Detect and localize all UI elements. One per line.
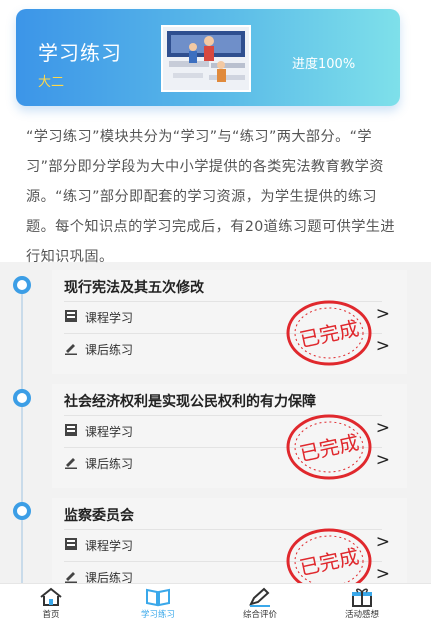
banner-grade: 大二	[38, 75, 65, 90]
tab-study-practice[interactable]: 学习练习	[118, 584, 198, 621]
timeline-node	[13, 389, 31, 407]
bottom-tab-bar: 首页 学习练习 综合评价 活动感想	[0, 583, 431, 621]
timeline-node	[13, 502, 31, 520]
module-title: 现行宪法及其五次修改	[64, 280, 204, 296]
module-title: 监察委员会	[64, 508, 134, 524]
edit-icon	[249, 587, 270, 607]
course-study-label: 课程学习	[85, 539, 134, 553]
course-study-label: 课程学习	[85, 311, 134, 325]
chevron-right-icon[interactable]: >	[376, 450, 390, 470]
intro-section: 学习练习 大二 进度100% “学习练习”模块共分为“学习”与“练习”两大部分。…	[0, 0, 431, 265]
book-icon	[65, 310, 77, 322]
course-study-label: 课程学习	[85, 425, 134, 439]
practice-label: 课后练习	[85, 343, 134, 357]
stamp-text: 已完成	[297, 430, 361, 466]
pencil-icon	[65, 344, 77, 355]
completed-stamp: 已完成	[286, 300, 372, 366]
banner-title: 学习练习	[38, 41, 122, 65]
timeline-line	[21, 278, 23, 588]
book-icon	[146, 588, 170, 607]
pencil-icon	[65, 458, 77, 469]
chevron-right-icon[interactable]: >	[376, 418, 390, 438]
tab-activity-reflections[interactable]: 活动感想	[322, 584, 402, 621]
chevron-right-icon[interactable]: >	[376, 304, 390, 324]
book-icon	[65, 538, 77, 550]
pencil-icon	[65, 572, 77, 583]
module-title: 社会经济权利是实现公民权利的有力保障	[64, 394, 316, 410]
tab-label: 综合评价	[242, 610, 277, 620]
chevron-right-icon[interactable]: >	[376, 532, 390, 552]
stamp-text: 已完成	[297, 316, 361, 352]
completed-stamp: 已完成	[286, 414, 372, 480]
stamp-text: 已完成	[297, 544, 361, 580]
tab-home[interactable]: 首页	[11, 584, 91, 621]
module-card-2: 社会经济权利是实现公民权利的有力保障 课程学习 > 课后练习 > 已完成	[52, 384, 407, 488]
tab-label: 活动感想	[344, 610, 379, 620]
module-card-1: 现行宪法及其五次修改 课程学习 > 课后练习 > 已完成	[52, 270, 407, 374]
module-banner: 学习练习 大二 进度100%	[16, 9, 400, 106]
book-icon	[65, 424, 77, 436]
banner-illustration	[161, 25, 251, 92]
practice-label: 课后练习	[85, 457, 134, 471]
progress-label: 进度100%	[292, 57, 356, 72]
tab-label: 学习练习	[140, 610, 175, 620]
gift-icon	[352, 588, 372, 607]
timeline-node	[13, 276, 31, 294]
tab-label: 首页	[42, 610, 60, 620]
chevron-right-icon[interactable]: >	[376, 564, 390, 584]
home-icon	[40, 587, 62, 606]
module-description: “学习练习”模块共分为“学习”与“练习”两大部分。“学习”部分即分学段为大中小学…	[26, 129, 395, 265]
chevron-right-icon[interactable]: >	[376, 336, 390, 356]
tab-evaluation[interactable]: 综合评价	[220, 584, 300, 621]
